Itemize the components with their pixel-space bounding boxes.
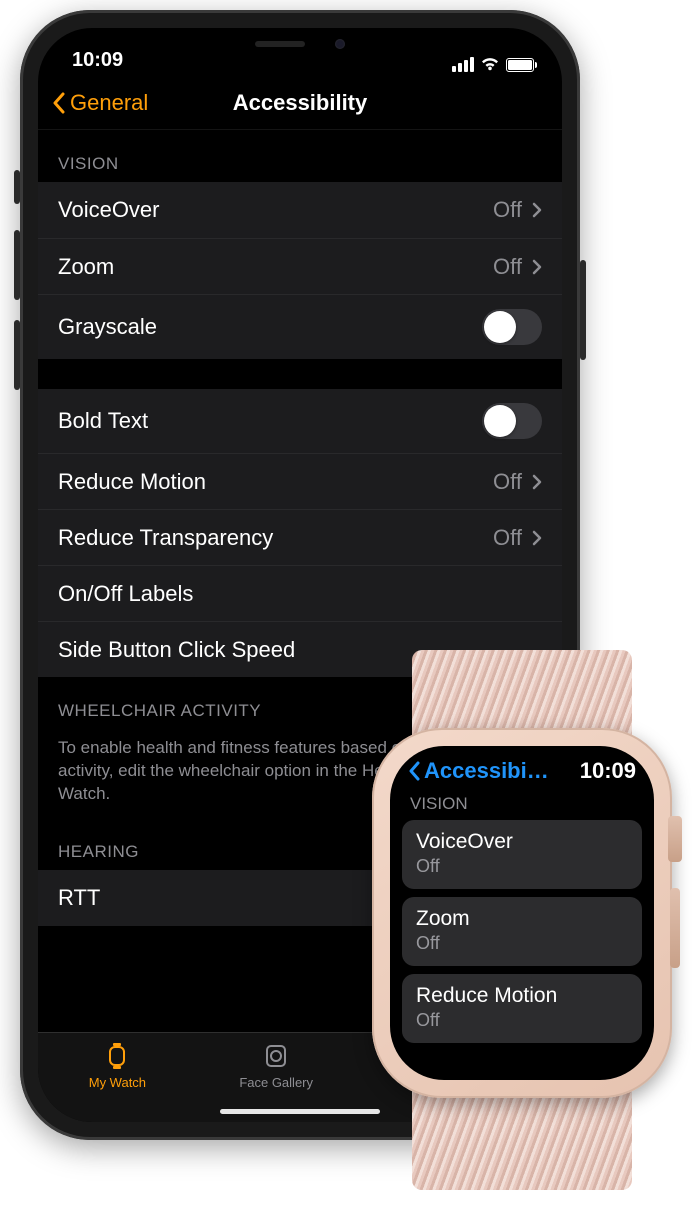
chevron-right-icon (532, 259, 542, 275)
watch-side-button[interactable] (670, 888, 680, 968)
tab-label: My Watch (89, 1075, 146, 1090)
iphone-notch (190, 28, 410, 60)
cell-label: Reduce Transparency (58, 525, 273, 551)
page-title: Accessibility (233, 90, 368, 116)
cell-label: Zoom (58, 254, 114, 280)
cellular-icon (452, 57, 474, 72)
cell-label: On/Off Labels (58, 581, 193, 607)
watch-case: Accessibi… 10:09 VISION VoiceOver Off Zo… (372, 728, 672, 1098)
cell-label: RTT (58, 885, 100, 911)
cell-value: Off (416, 1010, 628, 1031)
watch-icon (103, 1041, 131, 1071)
watch-cell-reduce-motion[interactable]: Reduce Motion Off (402, 974, 642, 1043)
cell-label: VoiceOver (416, 830, 628, 854)
back-label: General (70, 90, 148, 116)
cell-label: Reduce Motion (416, 984, 628, 1008)
cell-value: Off (493, 469, 522, 495)
watch-cell-voiceover[interactable]: VoiceOver Off (402, 820, 642, 889)
watch-back-label: Accessibi… (424, 758, 549, 784)
digital-crown[interactable] (668, 816, 682, 862)
toggle-switch[interactable] (482, 403, 542, 439)
tab-my-watch[interactable]: My Watch (38, 1033, 197, 1122)
chevron-left-icon (52, 92, 66, 114)
battery-icon (506, 58, 534, 72)
iphone-volume-up[interactable] (14, 230, 20, 300)
cell-bold-text[interactable]: Bold Text (38, 389, 562, 453)
cell-voiceover[interactable]: VoiceOver Off (38, 182, 562, 238)
wifi-icon (480, 57, 500, 72)
chevron-left-icon (408, 761, 422, 781)
toggle-switch[interactable] (482, 309, 542, 345)
watch-screen: Accessibi… 10:09 VISION VoiceOver Off Zo… (390, 746, 654, 1080)
home-indicator[interactable] (220, 1109, 380, 1114)
iphone-volume-down[interactable] (14, 320, 20, 390)
chevron-right-icon (532, 530, 542, 546)
cell-reduce-transparency[interactable]: Reduce Transparency Off (38, 509, 562, 565)
cell-on-off-labels[interactable]: On/Off Labels (38, 565, 562, 621)
watch-cell-zoom[interactable]: Zoom Off (402, 897, 642, 966)
cell-label: VoiceOver (58, 197, 160, 223)
cell-label: Zoom (416, 907, 628, 931)
cell-value: Off (493, 525, 522, 551)
iphone-side-button[interactable] (580, 260, 586, 360)
cell-grayscale[interactable]: Grayscale (38, 294, 562, 359)
status-time: 10:09 (72, 49, 123, 72)
cell-label: Grayscale (58, 314, 157, 340)
iphone-mute-switch[interactable] (14, 170, 20, 204)
cell-value: Off (493, 254, 522, 280)
cell-value: Off (493, 197, 522, 223)
chevron-right-icon (532, 202, 542, 218)
navigation-bar: General Accessibility (38, 76, 562, 130)
section-header-vision: VISION (38, 130, 562, 182)
cell-value: Off (416, 933, 628, 954)
back-button[interactable]: General (52, 76, 148, 129)
cell-label: Side Button Click Speed (58, 637, 295, 663)
earpiece (255, 41, 305, 47)
watch-back-button[interactable]: Accessibi… (408, 758, 549, 784)
front-camera (335, 39, 345, 49)
face-gallery-icon (262, 1041, 290, 1071)
cell-zoom[interactable]: Zoom Off (38, 238, 562, 294)
cell-value: Off (416, 856, 628, 877)
cell-label: Reduce Motion (58, 469, 206, 495)
cell-reduce-motion[interactable]: Reduce Motion Off (38, 453, 562, 509)
watch-section-header: VISION (402, 790, 642, 820)
watch-time: 10:09 (580, 758, 636, 784)
cell-label: Bold Text (58, 408, 148, 434)
watch-status-bar: Accessibi… 10:09 (402, 756, 642, 790)
tab-label: Face Gallery (239, 1075, 313, 1090)
chevron-right-icon (532, 474, 542, 490)
